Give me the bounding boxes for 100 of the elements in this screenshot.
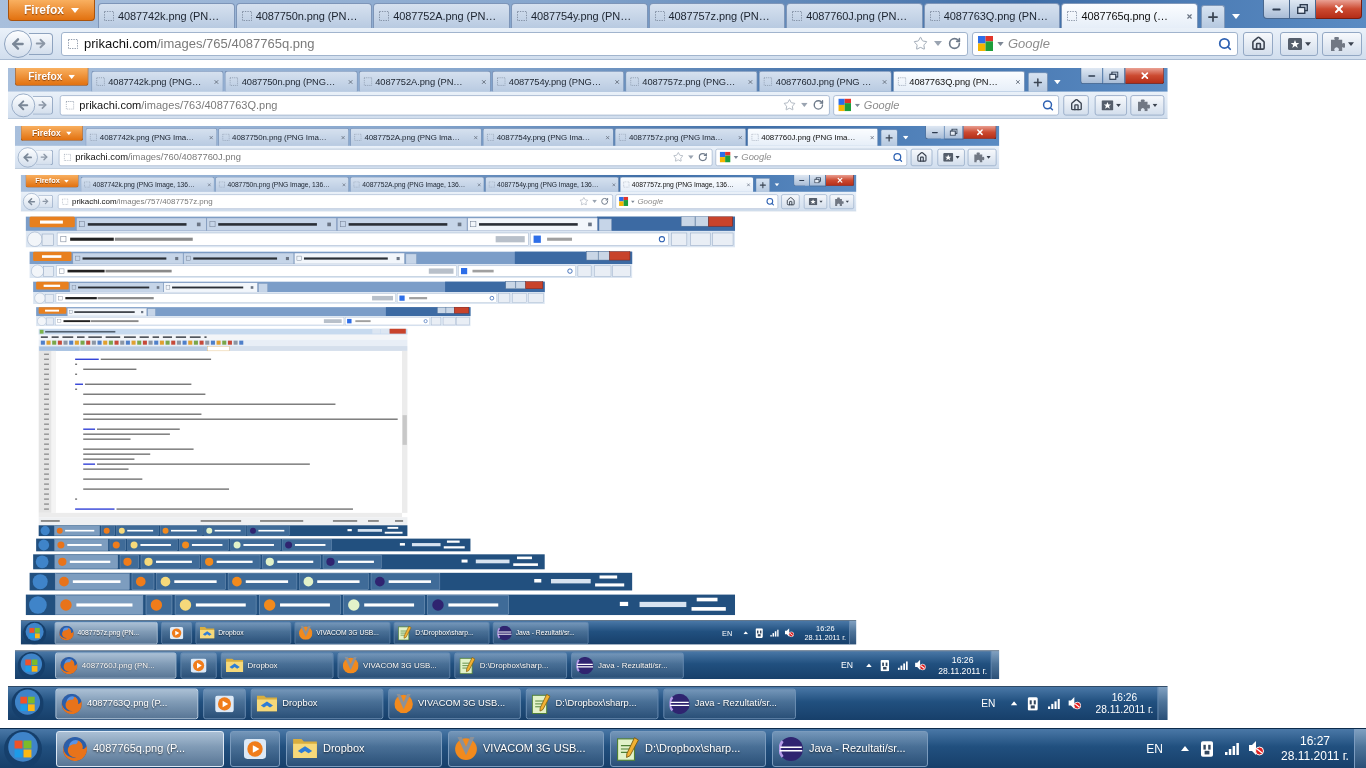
taskbar-button[interactable] [230, 730, 280, 767]
up-triangle-icon[interactable] [743, 631, 749, 635]
search-field[interactable]: Google [833, 94, 1060, 116]
four-squares-icon[interactable] [838, 98, 852, 112]
four-squares-icon[interactable] [719, 151, 731, 163]
browser-tab[interactable]: 4087754y.png (PN… [510, 3, 648, 28]
taskbar-button[interactable]: Dropbox [250, 688, 384, 719]
socket-icon[interactable] [880, 659, 890, 671]
clock-date[interactable]: 28.11.2011 г. [1095, 703, 1154, 717]
up-triangle-icon[interactable] [1010, 701, 1018, 706]
browser-tab[interactable]: 4087752A.png (PN… [373, 3, 510, 28]
back-button[interactable] [11, 93, 36, 117]
back-button[interactable] [4, 29, 32, 58]
new-tab-button[interactable] [880, 129, 898, 146]
close-window-button[interactable] [963, 125, 997, 140]
taskbar-button[interactable]: VIVACOM 3G USB... [448, 730, 604, 767]
taskbar-button[interactable]: VIVACOM 3G USB... [388, 688, 521, 719]
four-squares-icon[interactable] [619, 196, 629, 206]
muted-speaker-icon[interactable] [1068, 697, 1082, 710]
address-field[interactable]: prikachi.com/images/760/4087760J.png [58, 148, 713, 166]
addons-button[interactable] [829, 194, 855, 209]
restore-button[interactable] [944, 125, 964, 140]
browser-tab[interactable]: 4087742k.png (PNG… [91, 70, 224, 92]
close-tab-icon[interactable] [1186, 12, 1193, 20]
show-desktop-button[interactable] [990, 650, 1000, 680]
minimize-button[interactable] [925, 125, 945, 140]
browser-tab[interactable]: 4087742k.png (PN… [98, 3, 235, 28]
restore-button[interactable] [810, 174, 826, 187]
new-tab-button[interactable] [755, 177, 771, 192]
taskbar-button[interactable]: Dropbox [286, 730, 442, 767]
signal-bars-icon[interactable] [1048, 698, 1060, 709]
browser-tab[interactable]: 4087752A.png (PN… [358, 70, 491, 92]
signal-bars-icon[interactable] [1225, 742, 1239, 755]
up-triangle-icon[interactable] [866, 663, 872, 668]
forward-button[interactable] [32, 95, 53, 115]
show-desktop-button[interactable] [1157, 686, 1168, 720]
search-icon[interactable] [1218, 36, 1232, 51]
close-tab-icon[interactable] [480, 78, 487, 85]
back-button[interactable] [17, 147, 38, 168]
reload-icon[interactable] [948, 37, 961, 50]
new-tab-button[interactable] [1201, 5, 1225, 28]
four-squares-icon[interactable] [978, 36, 993, 51]
close-window-button[interactable] [1316, 0, 1362, 19]
search-field[interactable]: Google [715, 148, 908, 166]
clock-time[interactable]: 16:27 [1300, 733, 1330, 749]
clock-date[interactable]: 28.11.2011 г. [938, 665, 988, 677]
browser-tab[interactable]: 4087760J.png (PNG … [758, 70, 892, 92]
taskbar-button[interactable] [180, 652, 217, 679]
language-indicator[interactable]: EN [841, 658, 854, 672]
taskbar-button[interactable] [203, 688, 246, 719]
forward-button[interactable] [38, 194, 53, 209]
show-desktop-button[interactable] [849, 620, 857, 645]
up-triangle-icon[interactable] [1181, 746, 1189, 751]
browser-tab[interactable]: 4087763Q.png (PN… [923, 3, 1061, 28]
reload-icon[interactable] [812, 99, 824, 111]
browser-tab[interactable]: 4087750n.png (PNG… [224, 70, 358, 92]
star-icon[interactable] [783, 98, 796, 112]
close-tab-icon[interactable] [1014, 78, 1021, 85]
muted-speaker-icon[interactable] [784, 628, 795, 638]
home-button[interactable] [1063, 94, 1089, 116]
taskbar-button[interactable]: Java - Rezultati/sr... [772, 730, 928, 767]
addons-button[interactable] [1130, 94, 1165, 116]
addons-button[interactable] [1322, 31, 1362, 56]
clock-date[interactable]: 28.11.2011 г. [1281, 748, 1349, 764]
minimize-button[interactable] [1080, 68, 1104, 85]
address-field[interactable]: prikachi.com/images/763/4087763Q.png [59, 94, 830, 116]
browser-tab[interactable]: 4087757z.png (PNG… [625, 70, 758, 92]
show-desktop-button[interactable] [1354, 728, 1366, 768]
taskbar-button[interactable]: D:\Dropbox\sharp... [525, 688, 659, 719]
bookmarks-button[interactable] [1280, 31, 1318, 56]
signal-bars-icon[interactable] [897, 660, 908, 670]
language-indicator[interactable]: EN [981, 695, 996, 712]
browser-tab[interactable]: 4087763Q.png (PN… [892, 70, 1026, 92]
restore-button[interactable] [1103, 68, 1126, 85]
new-tab-button[interactable] [1027, 72, 1049, 92]
clock-time[interactable]: 16:26 [1111, 690, 1138, 704]
browser-tab[interactable]: 4087760J.png (PN… [786, 3, 923, 28]
address-field[interactable]: prikachi.com/images/765/4087765q.png [61, 31, 968, 56]
home-button[interactable] [910, 148, 933, 166]
home-button[interactable] [781, 194, 800, 209]
browser-tab[interactable]: 4087757z.png (PN… [648, 3, 786, 28]
signal-bars-icon[interactable] [770, 629, 779, 637]
back-button[interactable] [23, 192, 41, 210]
bookmarks-button[interactable] [803, 194, 828, 209]
addons-button[interactable] [967, 148, 997, 166]
browser-tab[interactable]: 4087765q.png (… [1061, 3, 1198, 28]
taskbar-button[interactable]: Java - Rezultati/sr... [663, 688, 796, 719]
muted-speaker-icon[interactable] [915, 659, 926, 671]
browser-tab[interactable]: 4087754y.png (PNG… [491, 70, 625, 92]
minimize-button[interactable] [793, 174, 810, 187]
restore-button[interactable] [1290, 0, 1316, 19]
browser-tab[interactable]: 4087750n.png (PN… [235, 3, 373, 28]
star-icon[interactable] [913, 36, 928, 51]
muted-speaker-icon[interactable] [1249, 741, 1264, 756]
close-tab-icon[interactable] [614, 78, 621, 85]
windows-start-icon[interactable] [23, 621, 47, 645]
socket-icon[interactable] [1201, 740, 1213, 757]
taskbar-button[interactable]: D:\Dropbox\sharp... [610, 730, 766, 767]
taskbar-button[interactable] [161, 621, 192, 644]
close-window-button[interactable] [1125, 68, 1165, 85]
